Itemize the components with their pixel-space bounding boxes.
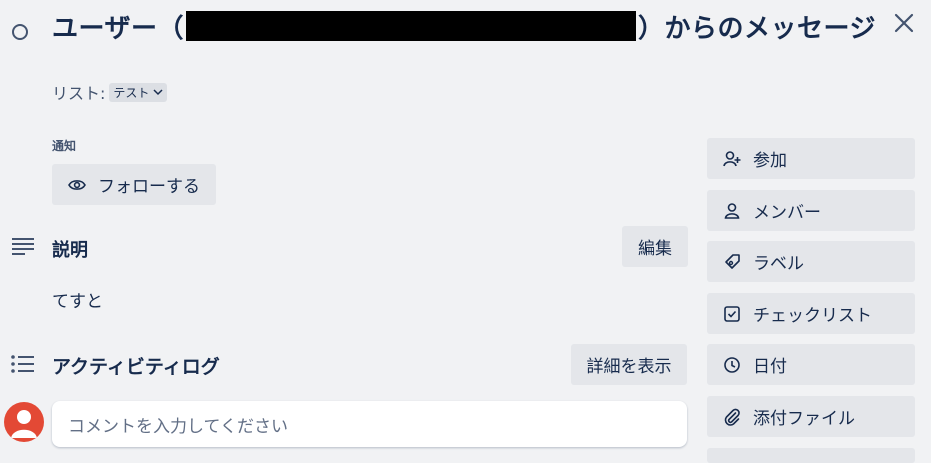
description-icon (12, 238, 34, 255)
chevron-down-icon (153, 88, 163, 95)
redacted-username (185, 11, 636, 41)
comment-placeholder: コメントを入力してください (68, 416, 288, 437)
card-status-icon (12, 24, 28, 40)
close-icon (894, 13, 914, 33)
labels-button[interactable]: ラベル (707, 241, 915, 282)
user-avatar-icon (11, 410, 37, 438)
attachment-icon (724, 408, 740, 426)
join-label: 参加 (753, 151, 787, 171)
notifications-heading: 通知 (52, 139, 77, 153)
avatar[interactable] (4, 402, 44, 442)
edit-description-button[interactable]: 編集 (622, 226, 688, 267)
list-info: リスト: テスト (52, 80, 168, 104)
dates-button[interactable]: 日付 (707, 344, 915, 385)
sidebar-next-button-partial[interactable] (707, 448, 915, 463)
labels-label: ラベル (753, 254, 804, 274)
title-suffix: ）からのメッセージ (637, 13, 876, 44)
list-value: テスト (113, 85, 150, 100)
follow-label: フォローする (98, 177, 200, 197)
list-select[interactable]: テスト (109, 82, 168, 102)
member-icon (724, 202, 740, 219)
title-prefix: ユーザー（ (52, 13, 184, 44)
comment-input[interactable]: コメントを入力してください (52, 401, 687, 447)
members-label: メンバー (753, 203, 821, 223)
follow-button[interactable]: フォローする (52, 164, 216, 205)
attachment-button[interactable]: 添付ファイル (707, 396, 915, 437)
close-button[interactable] (891, 10, 917, 36)
checklist-icon (724, 305, 740, 322)
join-button[interactable]: 参加 (707, 138, 915, 179)
label-icon (725, 253, 740, 269)
show-details-button[interactable]: 詳細を表示 (571, 344, 687, 385)
card-title[interactable]: ユーザー（ ）からのメッセージ (52, 8, 876, 44)
list-label: リスト: (52, 84, 106, 103)
attachment-label: 添付ファイル (753, 409, 855, 429)
edit-label: 編集 (638, 239, 672, 259)
activity-icon (11, 355, 34, 373)
eye-icon (68, 179, 86, 190)
checklist-label: チェックリスト (753, 306, 872, 326)
description-text[interactable]: てすと (52, 287, 103, 312)
activity-heading: アクティビティログ (52, 356, 220, 378)
add-member-icon (723, 150, 741, 166)
members-button[interactable]: メンバー (707, 190, 915, 231)
clock-icon (724, 356, 740, 373)
show-details-label: 詳細を表示 (586, 357, 672, 377)
checklist-button[interactable]: チェックリスト (707, 293, 915, 334)
dates-label: 日付 (753, 357, 787, 377)
description-heading: 説明 (52, 240, 88, 261)
